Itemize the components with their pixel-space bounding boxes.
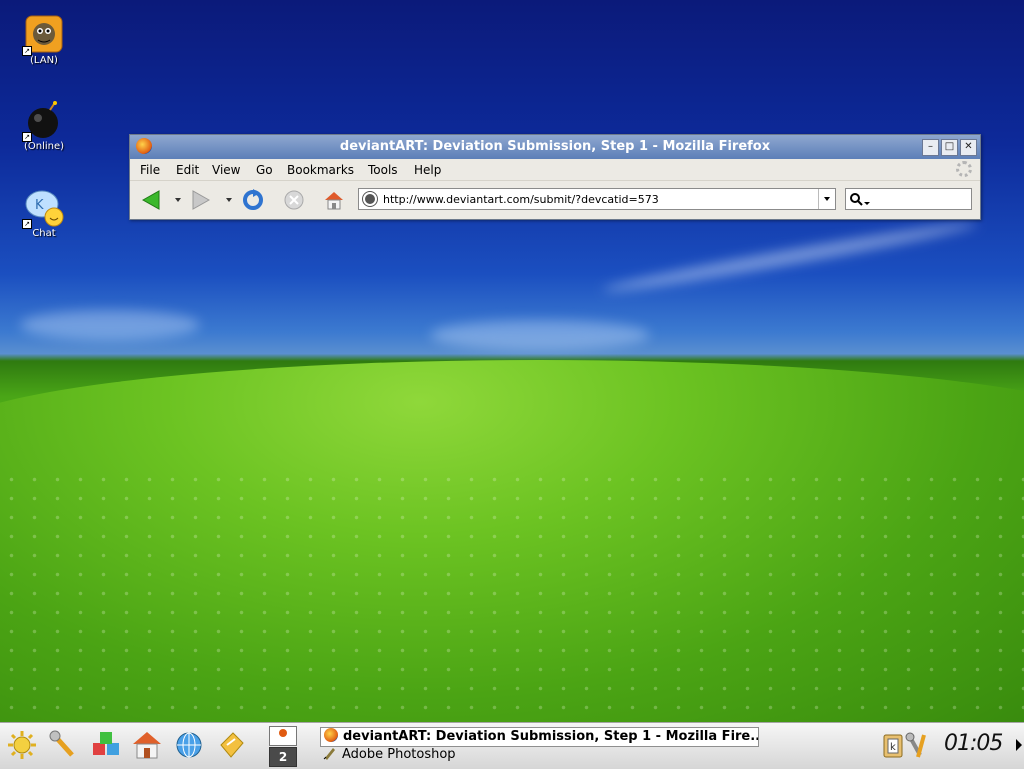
firefox-icon <box>279 729 287 737</box>
home-button[interactable] <box>323 189 345 211</box>
desktop-wallpaper <box>0 0 1024 722</box>
url-history-dropdown[interactable] <box>818 189 835 209</box>
gear-sun-icon <box>8 731 36 759</box>
firefox-window: deviantART: Deviation Submission, Step 1… <box>129 134 981 220</box>
cloud <box>20 310 200 340</box>
reload-button[interactable] <box>242 189 264 211</box>
url-bar[interactable] <box>358 188 836 210</box>
bomb-icon: ↗ <box>22 100 64 142</box>
menu-bar: File Edit View Go Bookmarks Tools Help <box>130 159 980 180</box>
stop-icon <box>284 190 304 210</box>
menu-edit[interactable]: Edit <box>176 163 199 177</box>
window-title: deviantART: Deviation Submission, Step 1… <box>339 139 771 154</box>
desktop-icon-label: Chat <box>32 228 56 239</box>
home-icon <box>133 732 161 759</box>
pager-preview[interactable] <box>269 726 297 746</box>
back-history-dropdown[interactable] <box>175 198 181 202</box>
forward-button[interactable] <box>190 189 212 211</box>
back-arrow-icon <box>141 190 160 210</box>
stop-button[interactable] <box>283 189 305 211</box>
forward-arrow-icon <box>192 190 211 210</box>
klipper-icon[interactable]: k <box>883 734 903 758</box>
task-label: Adobe Photoshop <box>342 747 456 762</box>
url-input[interactable] <box>383 191 813 207</box>
svg-text:k: k <box>890 742 896 753</box>
firefox-icon <box>324 728 338 742</box>
shortcut-arrow-icon: ↗ <box>22 46 32 56</box>
globe-icon <box>176 732 202 758</box>
desktop-icon-online[interactable]: ↗ (Online) <box>14 100 74 152</box>
navigation-toolbar <box>130 180 980 219</box>
desktop-icon-chat[interactable]: K ↗ Chat <box>14 187 74 239</box>
task-photoshop[interactable]: Adobe Photoshop <box>320 746 757 764</box>
home-folder-launcher[interactable] <box>131 729 163 761</box>
menu-go[interactable]: Go <box>256 163 273 177</box>
desktop-icon-label: (Online) <box>23 141 65 152</box>
desktop-number[interactable]: 2 <box>269 747 297 767</box>
forward-history-dropdown[interactable] <box>226 198 232 202</box>
search-icon[interactable] <box>849 192 871 208</box>
task-label: deviantART: Deviation Submission, Step 1… <box>343 729 759 744</box>
document-icon <box>220 732 244 758</box>
desktop-icon-label: (LAN) <box>30 55 58 66</box>
control-center-launcher[interactable] <box>48 729 80 761</box>
menu-bookmarks[interactable]: Bookmarks <box>287 163 354 177</box>
chat-icon: K ↗ <box>22 187 64 229</box>
package-manager-launcher[interactable] <box>90 729 122 761</box>
shortcut-arrow-icon: ↗ <box>22 219 32 229</box>
taskbar-panel: 2 deviantART: Deviation Submission, Step… <box>0 722 1024 769</box>
cloud <box>601 217 979 297</box>
clock[interactable]: 01:05 <box>944 731 1003 756</box>
kde-menu-button[interactable] <box>6 729 38 761</box>
menu-help[interactable]: Help <box>414 163 441 177</box>
search-box[interactable] <box>845 188 972 210</box>
throbber-icon <box>956 161 972 177</box>
system-tray: k <box>880 729 942 763</box>
menu-tools[interactable]: Tools <box>368 163 398 177</box>
minimize-button[interactable]: – <box>922 139 939 156</box>
svg-text:K: K <box>35 198 44 213</box>
maximize-button[interactable]: □ <box>941 139 958 156</box>
shortcut-arrow-icon: ↗ <box>22 132 32 142</box>
gimp-icon: ↗ <box>22 14 64 56</box>
site-favicon-icon <box>363 192 377 206</box>
panel-hide-arrow-icon[interactable] <box>1016 739 1022 751</box>
flowers <box>0 470 1024 722</box>
menu-view[interactable]: View <box>212 163 240 177</box>
tools-tray-icon[interactable] <box>905 732 926 758</box>
menu-file[interactable]: File <box>140 163 160 177</box>
office-launcher[interactable] <box>215 729 247 761</box>
back-button[interactable] <box>140 189 162 211</box>
task-firefox[interactable]: deviantART: Deviation Submission, Step 1… <box>320 727 759 747</box>
home-icon <box>325 192 343 210</box>
wrench-icon <box>49 730 74 757</box>
close-button[interactable]: ✕ <box>960 139 977 156</box>
chevron-down-icon <box>824 197 830 201</box>
web-browser-launcher[interactable] <box>173 729 205 761</box>
cloud <box>430 320 650 350</box>
reload-icon <box>243 189 263 210</box>
desktop-pager[interactable]: 2 <box>269 726 297 767</box>
cubes-icon <box>93 732 119 755</box>
window-titlebar[interactable]: deviantART: Deviation Submission, Step 1… <box>130 135 980 159</box>
photoshop-icon <box>323 746 337 760</box>
desktop-icon-lan[interactable]: ↗ (LAN) <box>14 14 74 66</box>
